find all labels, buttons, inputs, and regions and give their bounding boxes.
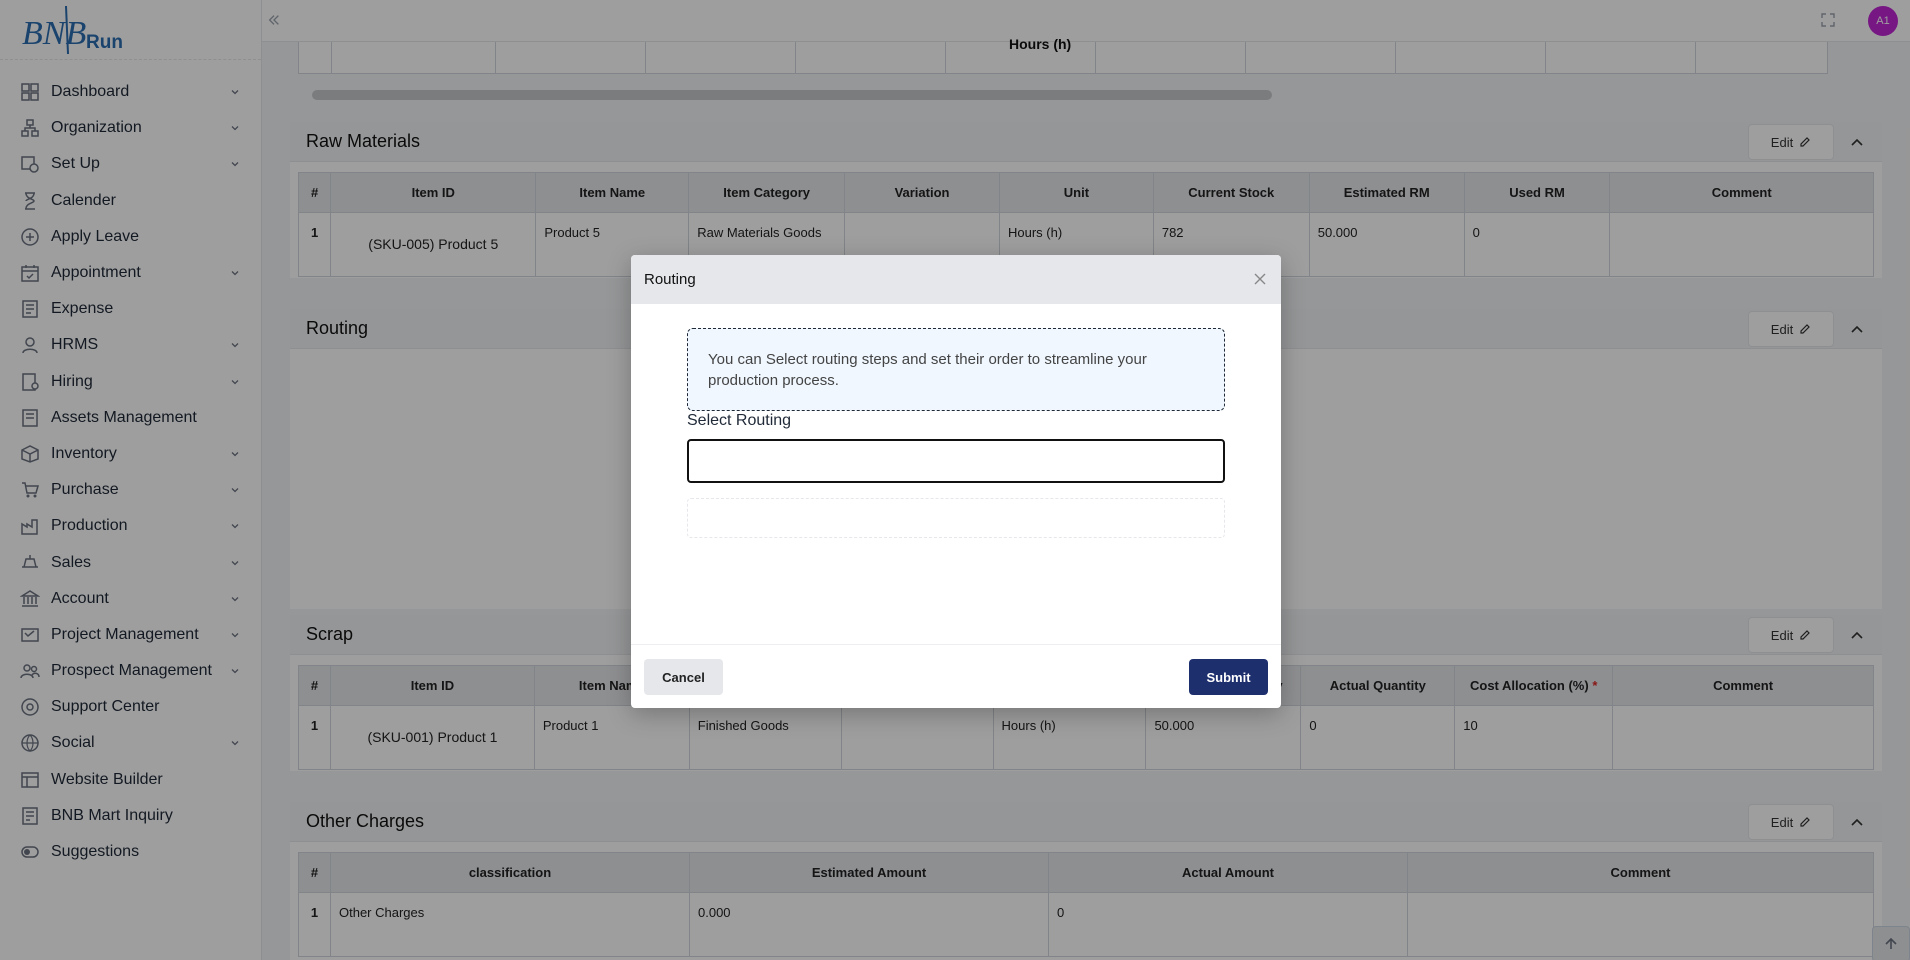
modal-footer: Cancel Submit (631, 644, 1281, 708)
cancel-button[interactable]: Cancel (644, 659, 723, 695)
info-box: You can Select routing steps and set the… (687, 328, 1225, 411)
submit-button[interactable]: Submit (1189, 659, 1268, 695)
select-routing-label: Select Routing (687, 412, 792, 429)
routing-steps-area (687, 498, 1225, 538)
modal-header: Routing (631, 255, 1281, 304)
select-routing-input[interactable] (687, 439, 1225, 483)
routing-modal: Routing You can Select routing steps and… (631, 255, 1281, 708)
modal-title: Routing (644, 271, 696, 288)
close-icon[interactable] (1253, 272, 1267, 286)
